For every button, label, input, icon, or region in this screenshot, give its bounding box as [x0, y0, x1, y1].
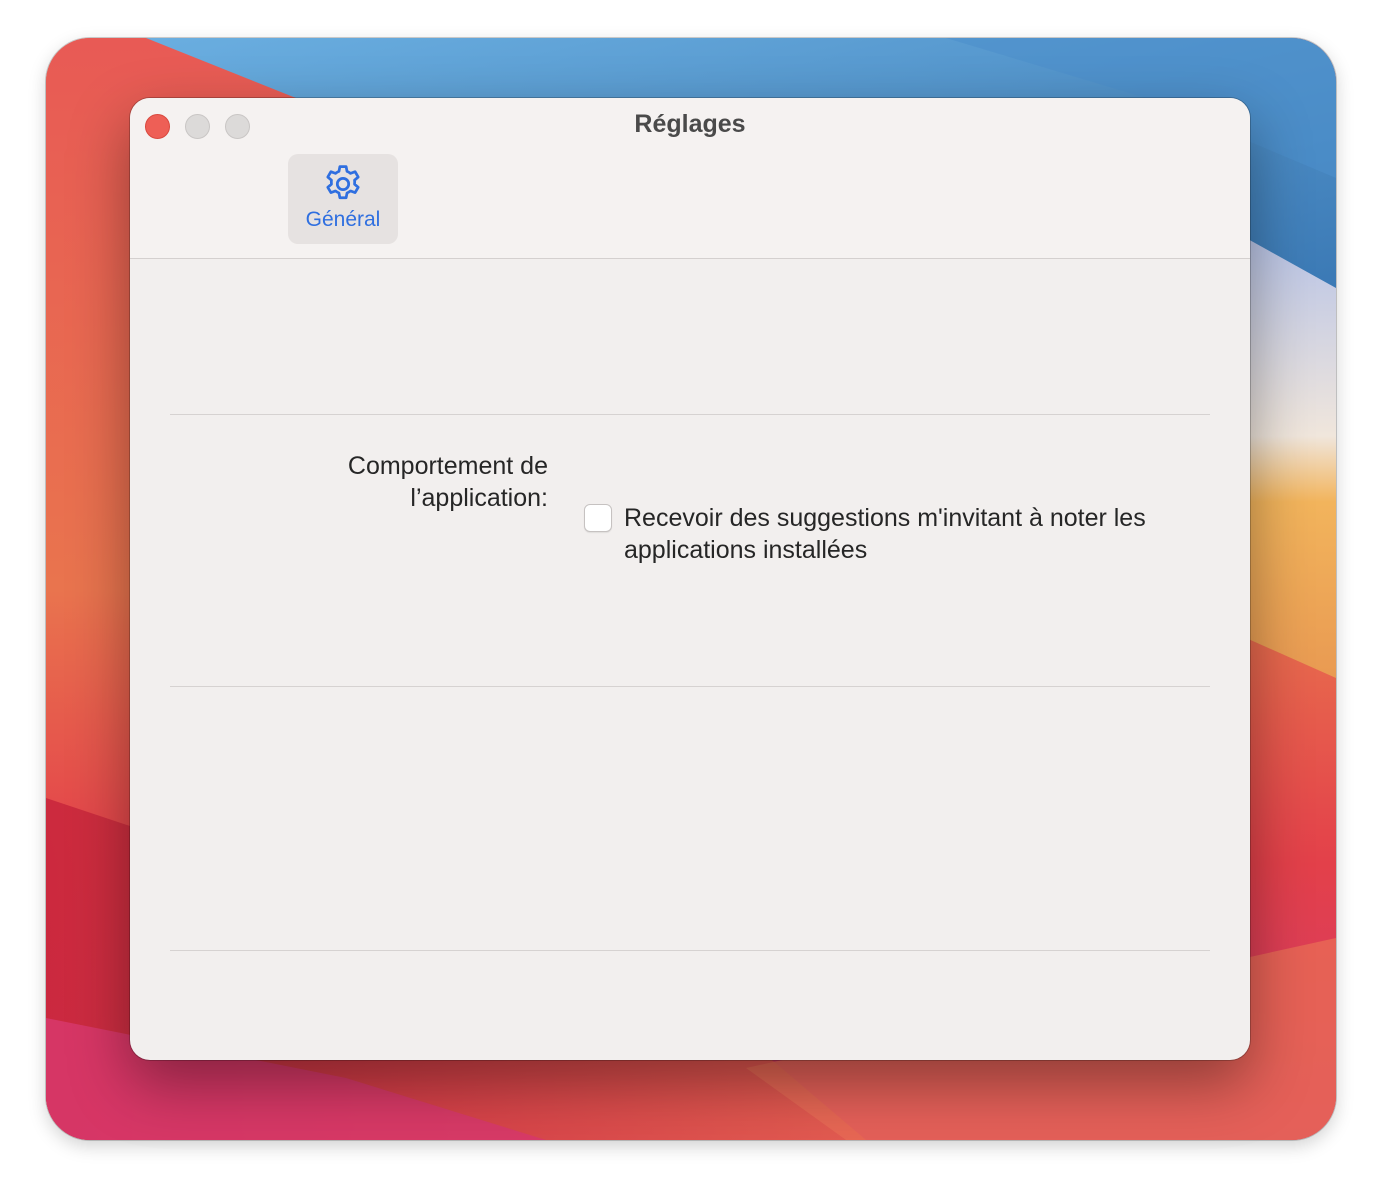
section-divider: [170, 950, 1210, 951]
tab-general[interactable]: Général: [288, 154, 398, 244]
settings-window: Réglages Général Comportement de l’appli…: [130, 98, 1250, 1060]
section-divider: [170, 686, 1210, 687]
app-behavior-label: Comportement de l’application:: [347, 452, 548, 512]
window-title: Réglages: [634, 110, 746, 138]
tab-general-label: Général: [305, 208, 381, 231]
gear-icon: [326, 165, 360, 200]
section-divider: [170, 414, 1210, 415]
rating-suggestions-label[interactable]: Recevoir des suggestions m'invitant à no…: [624, 502, 1204, 566]
rating-suggestions-checkbox[interactable]: [584, 504, 612, 532]
titlebar: Réglages Général: [130, 98, 1250, 259]
